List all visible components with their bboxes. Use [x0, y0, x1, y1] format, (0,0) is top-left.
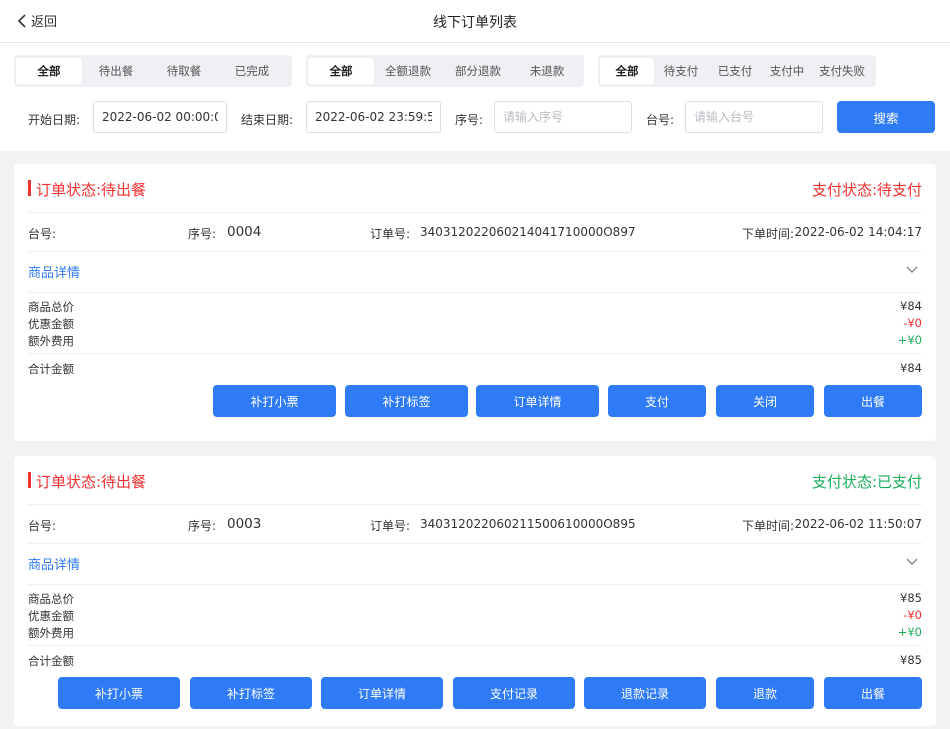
meal-filter-completed[interactable]: 已完成 — [218, 58, 286, 84]
order-info-row: 台号: 序号: 0004 订单号: 3403120220602140417100… — [28, 213, 922, 252]
order-detail-button[interactable]: 订单详情 — [321, 677, 443, 709]
order-card: 订单状态:待出餐 支付状态:已支付 台号: 序号: 0003 订单号: 3403… — [14, 456, 936, 726]
order-time-value: 2022-06-02 14:04:17 — [794, 225, 922, 239]
goods-total-label: 商品总价 — [28, 592, 74, 606]
discount-label: 优惠金额 — [28, 317, 74, 331]
total-value: ¥85 — [900, 653, 922, 667]
goods-detail-toggle[interactable]: 商品详情 — [28, 252, 922, 293]
meal-status-filter: 全部 待出餐 待取餐 已完成 — [14, 55, 292, 87]
start-date-input[interactable] — [93, 101, 227, 133]
price-summary: 商品总价 ¥85 优惠金额 -¥0 额外费用 +¥0 — [28, 585, 922, 646]
reprint-receipt-button[interactable]: 补打小票 — [213, 385, 336, 417]
order-no-label: 订单号: — [370, 227, 411, 241]
total-row: 合计金额 ¥84 — [28, 354, 922, 384]
seq-no-label: 序号: — [188, 227, 217, 241]
refund-filter-partial[interactable]: 部分退款 — [442, 58, 514, 84]
refund-button[interactable]: 退款 — [716, 677, 814, 709]
table-input[interactable] — [685, 101, 823, 133]
order-detail-button[interactable]: 订单详情 — [476, 385, 599, 417]
filter-panel: 全部 待出餐 待取餐 已完成 全部 全额退款 部分退款 未退款 全部 待支付 已… — [0, 43, 950, 151]
seq-no-value: 0004 — [227, 224, 262, 240]
total-label: 合计金额 — [28, 654, 74, 668]
serve-meal-button[interactable]: 出餐 — [824, 385, 922, 417]
pay-status: 支付状态:已支付 — [811, 473, 922, 491]
goods-total-label: 商品总价 — [28, 300, 74, 314]
pay-filter-paid[interactable]: 已支付 — [708, 58, 762, 84]
status-accent-bar — [28, 180, 31, 196]
pay-filter-all[interactable]: 全部 — [600, 58, 654, 84]
order-no-value: 340312022060211500610000O895 — [420, 517, 636, 531]
pay-status-filter: 全部 待支付 已支付 支付中 支付失败 — [598, 55, 876, 87]
top-bar: 返回 线下订单列表 — [0, 0, 950, 43]
order-status: 订单状态:待出餐 — [36, 473, 147, 491]
pay-filter-failed[interactable]: 支付失败 — [812, 58, 872, 84]
meal-filter-pending-serve[interactable]: 待出餐 — [82, 58, 150, 84]
order-no-label: 订单号: — [370, 519, 411, 533]
meal-filter-all[interactable]: 全部 — [16, 58, 82, 84]
goods-total-value: ¥85 — [900, 591, 922, 605]
close-order-button[interactable]: 关闭 — [716, 385, 814, 417]
refund-filter-all[interactable]: 全部 — [308, 58, 374, 84]
search-row: 开始日期: 结束日期: 序号: 台号: 搜索 — [0, 101, 950, 135]
price-summary: 商品总价 ¥84 优惠金额 -¥0 额外费用 +¥0 — [28, 293, 922, 354]
refund-filter-full[interactable]: 全额退款 — [374, 58, 442, 84]
order-actions: 补打小票 补打标签 订单详情 支付 关闭 出餐 — [14, 385, 936, 437]
pay-filter-unpaid[interactable]: 待支付 — [654, 58, 708, 84]
extra-fee-value: +¥0 — [897, 333, 922, 347]
goods-detail-label: 商品详情 — [28, 266, 81, 281]
total-row: 合计金额 ¥85 — [28, 646, 922, 676]
end-date-label: 结束日期: — [241, 113, 294, 127]
order-status: 订单状态:待出餐 — [36, 181, 147, 199]
refund-status-filter: 全部 全额退款 部分退款 未退款 — [306, 55, 584, 87]
refund-records-button[interactable]: 退款记录 — [584, 677, 706, 709]
order-time-label: 下单时间: — [742, 227, 795, 241]
serve-meal-button[interactable]: 出餐 — [824, 677, 922, 709]
seq-no-value: 0003 — [227, 516, 262, 532]
order-time-label: 下单时间: — [742, 519, 795, 533]
pay-button[interactable]: 支付 — [608, 385, 706, 417]
discount-value: -¥0 — [903, 316, 922, 330]
goods-total-value: ¥84 — [900, 299, 922, 313]
chevron-down-icon — [906, 266, 918, 273]
total-value: ¥84 — [900, 361, 922, 375]
search-button[interactable]: 搜索 — [837, 101, 935, 133]
order-actions: 补打小票 补打标签 订单详情 支付记录 退款记录 退款 出餐 — [14, 677, 936, 729]
seq-no-label: 序号: — [188, 519, 217, 533]
order-info-row: 台号: 序号: 0003 订单号: 3403120220602115006100… — [28, 505, 922, 544]
order-time-value: 2022-06-02 11:50:07 — [794, 517, 922, 531]
table-label: 台号: — [646, 113, 675, 127]
extra-fee-label: 额外费用 — [28, 334, 74, 348]
reprint-label-button[interactable]: 补打标签 — [190, 677, 312, 709]
start-date-label: 开始日期: — [28, 113, 81, 127]
discount-label: 优惠金额 — [28, 609, 74, 623]
seq-input[interactable] — [494, 101, 632, 133]
goods-detail-label: 商品详情 — [28, 558, 81, 573]
meal-filter-pending-pickup[interactable]: 待取餐 — [150, 58, 218, 84]
payment-records-button[interactable]: 支付记录 — [453, 677, 575, 709]
discount-value: -¥0 — [903, 608, 922, 622]
page-title: 线下订单列表 — [433, 15, 517, 31]
total-label: 合计金额 — [28, 362, 74, 376]
end-date-input[interactable] — [306, 101, 441, 133]
extra-fee-label: 额外费用 — [28, 626, 74, 640]
table-no-label: 台号: — [28, 519, 57, 533]
refund-filter-none[interactable]: 未退款 — [514, 58, 580, 84]
pay-filter-paying[interactable]: 支付中 — [762, 58, 812, 84]
reprint-label-button[interactable]: 补打标签 — [345, 385, 468, 417]
extra-fee-value: +¥0 — [897, 625, 922, 639]
reprint-receipt-button[interactable]: 补打小票 — [58, 677, 180, 709]
order-no-value: 340312022060214041710000O897 — [420, 225, 636, 239]
order-card-header: 订单状态:待出餐 支付状态:待支付 — [28, 164, 922, 213]
table-no-label: 台号: — [28, 227, 57, 241]
order-card-header: 订单状态:待出餐 支付状态:已支付 — [28, 456, 922, 505]
order-card: 订单状态:待出餐 支付状态:待支付 台号: 序号: 0004 订单号: 3403… — [14, 164, 936, 441]
chevron-down-icon — [906, 558, 918, 565]
status-accent-bar — [28, 472, 31, 488]
seq-label: 序号: — [455, 113, 484, 127]
pay-status: 支付状态:待支付 — [811, 181, 922, 199]
goods-detail-toggle[interactable]: 商品详情 — [28, 544, 922, 585]
